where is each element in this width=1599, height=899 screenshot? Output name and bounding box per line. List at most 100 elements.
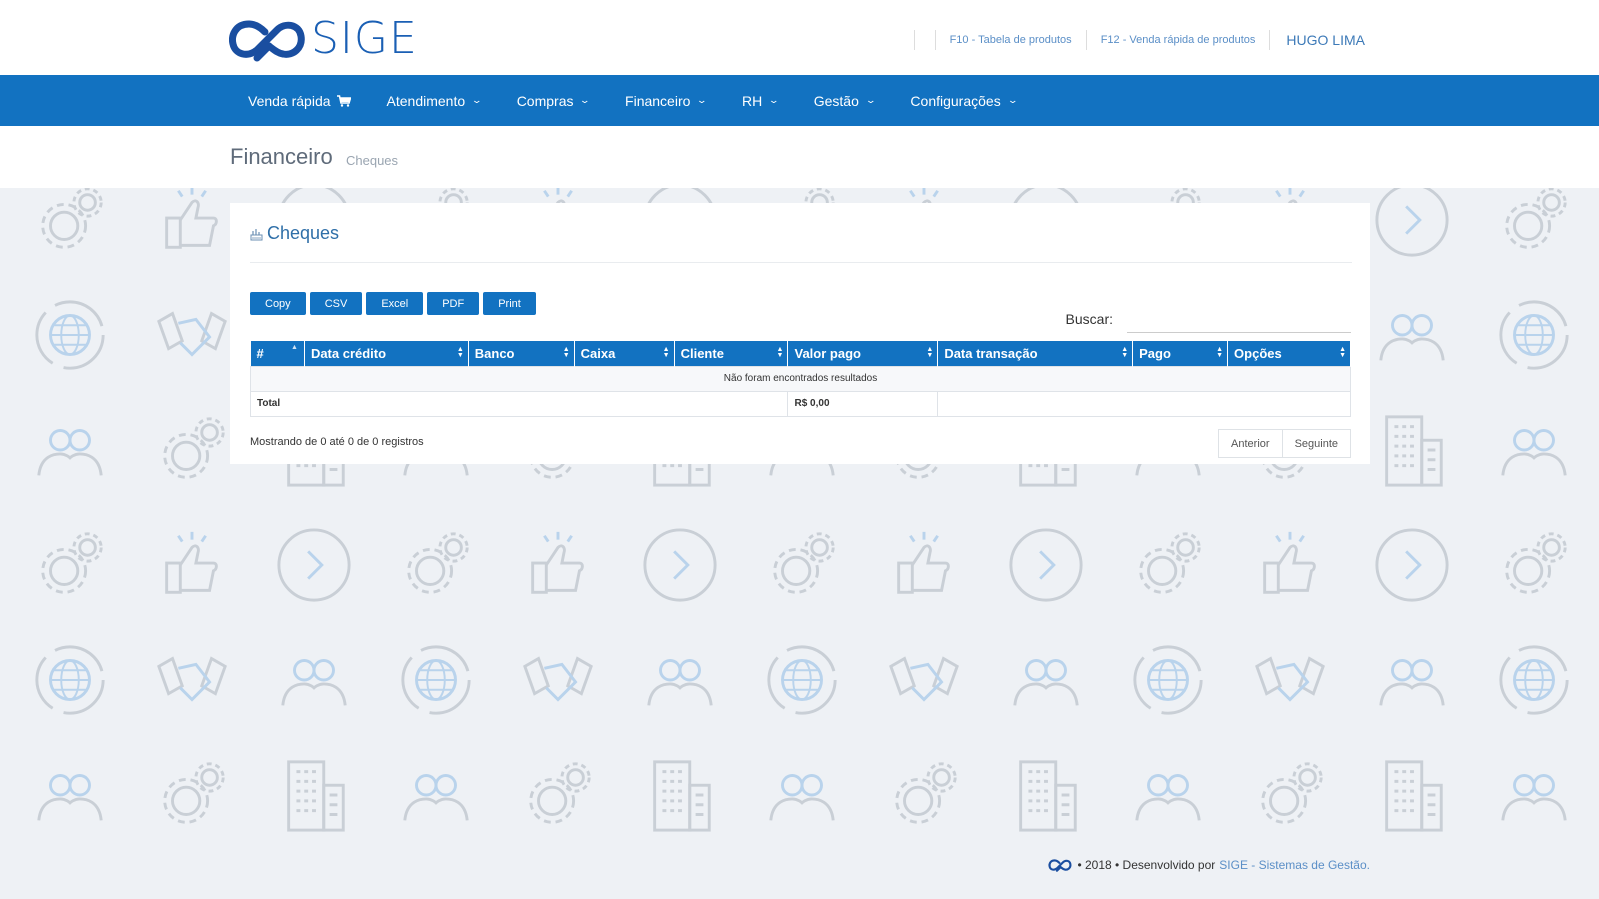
thumb-icon: [152, 188, 232, 260]
shake-icon: [152, 295, 232, 375]
sort-icon: ▲ ▼: [562, 346, 570, 359]
pdf-button[interactable]: PDF: [427, 292, 480, 315]
building-icon: [1006, 755, 1086, 835]
user-menu[interactable]: HUGO LIMA: [1280, 32, 1369, 48]
print-button[interactable]: Print: [483, 292, 536, 315]
page-header: Financeiro Cheques: [0, 126, 1599, 188]
thumb-icon: [884, 525, 964, 605]
nav-configuracoes[interactable]: Configurações ⌄: [892, 75, 1034, 126]
shake-icon: [884, 640, 964, 720]
excel-button[interactable]: Excel: [366, 292, 424, 315]
globe-icon: [1494, 295, 1574, 375]
nav-compras[interactable]: Compras ⌄: [499, 75, 607, 126]
column-header-caixa[interactable]: Caixa ▲ ▼: [574, 341, 675, 366]
gear-icon: [30, 188, 110, 260]
cart-icon: [336, 94, 351, 107]
nav-atendimento[interactable]: Atendimento ⌄: [369, 75, 499, 126]
column-header-cliente[interactable]: Cliente ▲ ▼: [674, 341, 789, 366]
people-icon: [1372, 640, 1452, 720]
building-icon: [640, 755, 720, 835]
top-links: F10 - Tabela de produtos F12 - Venda ráp…: [904, 30, 1369, 50]
people-icon: [30, 755, 110, 835]
next-page-button[interactable]: Seguinte: [1282, 429, 1351, 458]
page-title: Financeiro: [230, 144, 333, 169]
nav-label: Venda rápida: [248, 92, 331, 109]
column-header-pago[interactable]: Pago ▲ ▼: [1132, 341, 1229, 366]
link-tabela-produtos[interactable]: F10 - Tabela de produtos: [946, 34, 1076, 46]
sige-logo[interactable]: SIGE: [229, 16, 418, 62]
chevron-down-icon: ⌄: [864, 95, 877, 105]
divider: [913, 30, 915, 50]
logo-text: SIGE: [311, 13, 418, 64]
column-header-opcoes[interactable]: Opções ▲ ▼: [1227, 341, 1351, 366]
people-icon: [762, 755, 842, 835]
people-icon: [396, 755, 476, 835]
arrow-icon: [1006, 525, 1086, 605]
nav-label: Financeiro: [625, 92, 691, 109]
chevron-down-icon: ⌄: [696, 95, 708, 105]
infinity-logo-icon: [229, 20, 305, 62]
gear-icon: [1128, 525, 1208, 605]
main-nav: Venda rápida Atendimento ⌄ Compras ⌄ Fin…: [0, 75, 1599, 126]
column-header-id[interactable]: # ▲: [250, 341, 305, 366]
people-icon: [1494, 755, 1574, 835]
gear-icon: [396, 525, 476, 605]
globe-icon: [1128, 640, 1208, 720]
total-empty-cell: [937, 390, 1351, 417]
people-icon: [1128, 755, 1208, 835]
nav-label: Gestão: [813, 92, 859, 109]
globe-icon: [30, 295, 110, 375]
people-icon: [1372, 295, 1452, 375]
total-row: Total R$ 0,00: [249, 390, 1351, 417]
column-header-data-transacao[interactable]: Data transação ▲ ▼: [937, 341, 1134, 366]
divider: [250, 262, 1352, 263]
gear-icon: [762, 525, 842, 605]
column-header-valor-pago[interactable]: Valor pago ▲ ▼: [787, 341, 939, 366]
nav-financeiro[interactable]: Financeiro ⌄: [607, 75, 724, 126]
globe-icon: [762, 640, 842, 720]
search-label: Buscar:: [1065, 311, 1113, 327]
search-input[interactable]: [1127, 307, 1351, 333]
copy-button[interactable]: Copy: [250, 292, 306, 315]
building-icon: [1372, 755, 1452, 835]
globe-icon: [396, 640, 476, 720]
export-buttons: Copy CSV Excel PDF Print: [250, 292, 540, 315]
footer-link[interactable]: SIGE - Sistemas de Gestão.: [1219, 858, 1370, 872]
column-header-data-credito[interactable]: Data crédito ▲ ▼: [304, 341, 469, 366]
people-icon: [640, 640, 720, 720]
gear-icon: [884, 755, 964, 835]
nav-label: Atendimento: [386, 92, 466, 109]
building-icon: [274, 755, 354, 835]
csv-button[interactable]: CSV: [309, 292, 363, 315]
gear-icon: [1494, 525, 1574, 605]
link-venda-rapida-produtos[interactable]: F12 - Venda rápida de produtos: [1097, 34, 1260, 46]
nav-label: Configurações: [910, 92, 1001, 109]
sort-asc-icon: ▲: [291, 344, 298, 351]
footer-text: • 2018 • Desenvolvido por: [1077, 858, 1216, 872]
gear-icon: [1250, 755, 1330, 835]
nav-venda-rapida[interactable]: Venda rápida: [230, 75, 369, 126]
gear-icon: [152, 755, 232, 835]
chevron-down-icon: ⌄: [579, 95, 591, 105]
shake-icon: [1250, 640, 1330, 720]
footer: • 2018 • Desenvolvido por SIGE - Sistema…: [1047, 858, 1370, 872]
column-header-banco[interactable]: Banco ▲ ▼: [468, 341, 575, 366]
globe-icon: [1494, 640, 1574, 720]
chevron-down-icon: ⌄: [1006, 95, 1019, 105]
cheques-card: Cheques Copy CSV Excel PDF Print Buscar:…: [230, 203, 1370, 464]
globe-icon: [30, 640, 110, 720]
nav-gestao[interactable]: Gestão ⌄: [796, 75, 893, 126]
records-info: Mostrando de 0 até 0 de 0 registros: [250, 436, 424, 448]
previous-page-button[interactable]: Anterior: [1218, 429, 1283, 458]
infinity-logo-icon: [1048, 859, 1072, 872]
nav-rh[interactable]: RH ⌄: [724, 75, 796, 126]
arrow-icon: [1372, 188, 1452, 260]
pagination: Anterior Seguinte: [1218, 429, 1351, 458]
gear-icon: [30, 525, 110, 605]
divider: [1085, 30, 1087, 50]
empty-row: Não foram encontrados resultados: [250, 365, 1351, 392]
people-icon: [1494, 410, 1574, 490]
thumb-icon: [518, 525, 598, 605]
thumb-icon: [152, 525, 232, 605]
shake-icon: [152, 640, 232, 720]
